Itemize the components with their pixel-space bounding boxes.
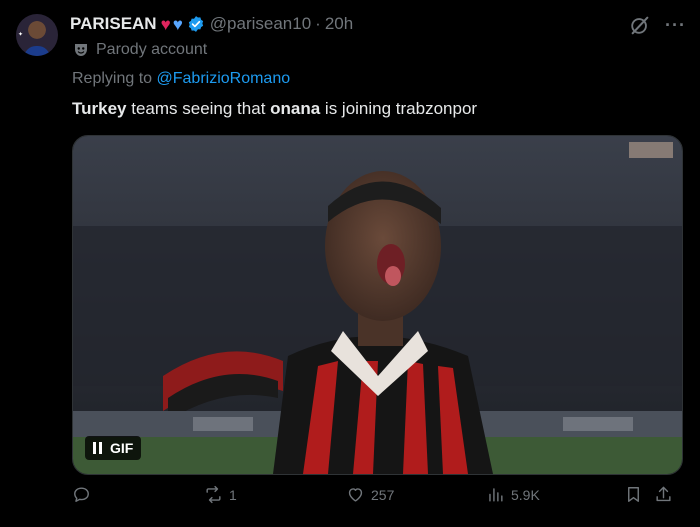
reply-icon <box>74 487 89 502</box>
bookmark-icon <box>628 487 639 502</box>
view-count: 5.9K <box>511 486 540 503</box>
text-segment-4: is joining trabzonpor <box>320 99 478 118</box>
gif-badge[interactable]: GIF <box>85 436 142 460</box>
blue-heart-icon: ♥ <box>172 14 183 34</box>
text-bold-turkey: Turkey <box>72 99 127 118</box>
top-actions: ··· <box>629 14 686 36</box>
like-button[interactable]: 257 <box>346 485 394 504</box>
tweet-header: PARISEAN ♥ ♥ @parisean10 · 20h <box>70 12 660 36</box>
text-bold-onana: onana <box>270 99 321 118</box>
repost-count: 1 <box>229 486 237 503</box>
tweet-text: Turkey teams seeing that onana is joinin… <box>72 99 477 119</box>
separator-dot: · <box>315 14 321 33</box>
share-icon <box>656 486 671 502</box>
analytics-icon <box>489 488 503 502</box>
share-button[interactable] <box>654 485 673 504</box>
parody-text: Parody account <box>96 41 208 58</box>
views-button[interactable]: 5.9K <box>486 485 540 504</box>
grok-icon[interactable] <box>629 14 651 36</box>
pause-icon[interactable] <box>93 442 102 454</box>
heart-icon <box>348 488 363 502</box>
text-segment-2: teams seeing that <box>126 99 271 118</box>
red-heart-icon: ♥ <box>160 14 171 34</box>
bookmark-button[interactable] <box>624 485 643 504</box>
avatar-shirt <box>24 46 50 56</box>
handle[interactable]: @parisean10 <box>210 14 311 34</box>
avatar[interactable]: ✦ <box>16 14 58 56</box>
reply-button[interactable] <box>72 485 97 504</box>
theater-mask-icon <box>75 44 87 56</box>
action-bar: 1 257 5.9K <box>72 485 681 509</box>
tweet: ✦ PARISEAN ♥ ♥ @parisean10 · 20h ··· Par… <box>0 0 700 527</box>
replying-to: Replying to @FabrizioRomano <box>72 70 290 88</box>
display-name[interactable]: PARISEAN <box>70 14 157 34</box>
gif-label: GIF <box>110 440 134 456</box>
parody-label: Parody account <box>72 41 207 59</box>
replying-prefix: Replying to <box>72 70 157 87</box>
gif-media[interactable]: GIF <box>72 135 683 475</box>
more-options-icon[interactable]: ··· <box>665 16 686 34</box>
like-count: 257 <box>371 486 395 503</box>
gif-frame-image <box>73 136 682 474</box>
timestamp[interactable]: 20h <box>325 14 353 34</box>
repost-button[interactable]: 1 <box>204 485 237 504</box>
reply-mention-link[interactable]: @FabrizioRomano <box>157 70 291 87</box>
verified-badge-icon[interactable] <box>187 15 205 33</box>
repost-icon <box>206 485 221 504</box>
avatar-badge: ✦ <box>18 32 24 38</box>
